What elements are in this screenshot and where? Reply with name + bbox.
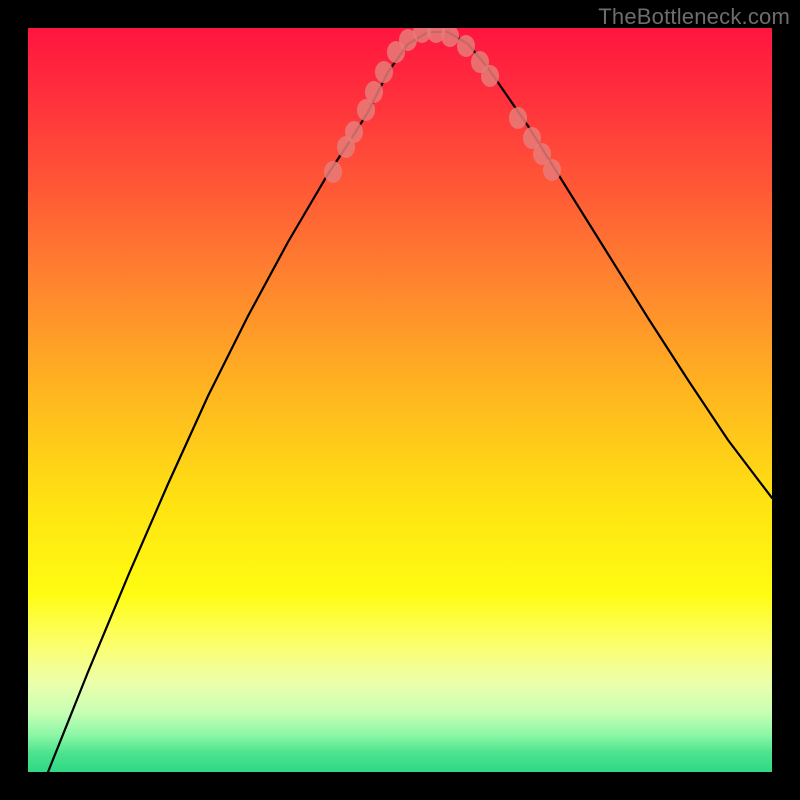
chart-frame: TheBottleneck.com — [0, 0, 800, 800]
curve-marker — [509, 107, 527, 129]
curve-marker — [457, 35, 475, 57]
curve-marker — [543, 159, 561, 181]
curve-marker — [375, 61, 393, 83]
curve-marker — [481, 65, 499, 87]
curve-marker — [365, 81, 383, 103]
curve-markers — [324, 28, 561, 183]
curve-marker — [441, 28, 459, 47]
bottleneck-curve — [48, 32, 772, 772]
plot-area — [28, 28, 772, 772]
curve-marker — [324, 161, 342, 183]
curve-layer — [28, 28, 772, 772]
watermark-text: TheBottleneck.com — [598, 4, 790, 30]
curve-marker — [345, 121, 363, 143]
